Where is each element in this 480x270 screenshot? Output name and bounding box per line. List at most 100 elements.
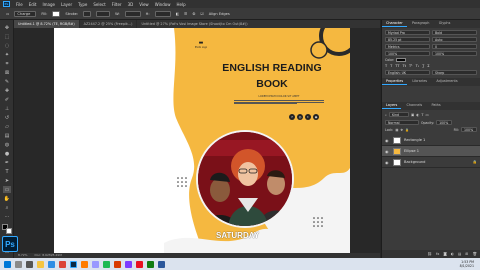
healing-brush-icon[interactable]: ✚ [3,87,11,94]
fill-swatch[interactable] [52,10,61,17]
layer-name[interactable]: Rectangle 1 [404,138,425,142]
illustrator-taskbar-icon[interactable] [81,260,88,268]
artboard[interactable]: ▬ Photo Logo ENGLISH READING BOOK LOREM … [164,28,350,253]
font-family-field[interactable]: Myriad Pro [385,30,430,35]
height-field[interactable] [154,10,171,17]
menu-edit[interactable]: Edit [29,2,37,7]
link-layers-icon[interactable]: ⛓ [427,252,432,256]
more-tools-icon[interactable]: ⋯ [3,213,11,220]
kerning-field[interactable]: Metrics [385,44,430,49]
pen-tool-icon[interactable]: ✒ [3,159,11,166]
premiere-taskbar-icon[interactable] [92,260,99,268]
task-view-icon[interactable] [26,260,33,268]
gradient-tool-icon[interactable]: ▤ [3,132,11,139]
visibility-eye-icon[interactable]: ◉ [385,138,390,143]
brush-tool-icon[interactable]: ✐ [3,96,11,103]
adjustment-layer-icon[interactable]: ◐ [451,252,454,256]
clone-stamp-icon[interactable]: ⊥ [3,105,11,112]
zoom-tool-icon[interactable]: ⌕ [3,204,11,211]
tab-paragraph[interactable]: Paragraph [408,20,433,26]
path-ops-icon[interactable]: ◧ [176,12,179,16]
frame-tool-icon[interactable]: ⊠ [3,69,11,76]
all-caps-button[interactable]: TT [395,64,399,68]
layer-row[interactable]: ◉ Rectangle 1 [382,135,480,146]
visibility-eye-icon[interactable]: ◉ [385,160,390,165]
menu-window[interactable]: Window [155,2,171,7]
excel-taskbar-icon[interactable] [147,260,154,268]
photoshop-app-icon[interactable]: Ps [3,1,10,7]
edge-browser-icon[interactable] [48,260,55,268]
layer-row[interactable]: ◉ Ellipse 1 [382,146,480,157]
menu-select[interactable]: Select [93,2,105,7]
layer-fill-field[interactable]: 100% [461,127,477,132]
tool-preset-icon[interactable]: ▭ [6,12,9,16]
tab-libraries[interactable]: Libraries [408,78,431,84]
font-size-field[interactable]: 85.25 pt [385,37,430,42]
horizontal-scale-field[interactable]: 100% [432,51,477,56]
strikethrough-button[interactable]: T̶ [427,64,429,68]
word-taskbar-icon[interactable] [158,260,165,268]
underline-button[interactable]: T̲ [422,64,424,68]
eraser-tool-icon[interactable]: ▱ [3,123,11,130]
windows-start-icon[interactable] [4,260,11,268]
zoom-level[interactable]: 8.72% [18,253,28,257]
faux-bold-button[interactable]: T [385,64,387,68]
spotify-taskbar-icon[interactable] [103,260,110,268]
tab-channels[interactable]: Channels [403,102,427,108]
canvas-area[interactable]: ▬ Photo Logo ENGLISH READING BOOK LOREM … [14,28,380,253]
dodge-tool-icon[interactable]: ● [3,150,11,157]
align-edges-checkbox[interactable]: ☑ [200,12,203,16]
layer-row[interactable]: ◉ Background 🔒 [382,157,480,168]
width-field[interactable] [124,10,141,17]
search-icon[interactable] [15,260,22,268]
rectangle-tool-icon[interactable]: ▭ [3,186,11,193]
text-color-swatch[interactable] [396,58,407,62]
layer-filter-kind[interactable]: Kind [388,112,409,117]
vertical-scale-field[interactable]: 100% [385,51,430,56]
background-color-swatch[interactable] [6,228,12,234]
menu-layer[interactable]: Layer [61,2,72,7]
language-field[interactable]: English: UK [385,70,430,75]
antialias-field[interactable]: Sharp [432,70,477,75]
visibility-eye-icon[interactable]: ◉ [385,149,390,154]
blend-mode-select[interactable]: Normal [385,120,419,125]
tab-document-1[interactable]: Untitled-1 @ 8.72% (TE, RGB/8#) [14,20,79,28]
path-select-icon[interactable]: ➤ [3,177,11,184]
marquee-tool-icon[interactable]: ⬚ [3,33,11,40]
history-brush-icon[interactable]: ↺ [3,114,11,121]
tab-character[interactable]: Character [382,20,407,27]
font-style-field[interactable]: Bold [432,30,477,35]
type-tool-icon[interactable]: T [3,168,11,175]
new-layer-icon[interactable]: ⊞ [465,252,468,256]
lock-move-icon[interactable]: ✥ [400,128,403,132]
delete-layer-icon[interactable]: 🗑 [472,252,477,256]
opacity-field[interactable]: 100% [436,120,453,125]
crop-tool-icon[interactable]: ⌗ [3,60,11,67]
menu-file[interactable]: File [16,2,23,7]
magic-wand-icon[interactable]: ✦ [3,51,11,58]
stroke-width-field[interactable] [96,10,111,17]
settings-gear-icon[interactable]: ⚙ [192,12,195,16]
subscript-button[interactable]: T₁ [416,64,420,68]
menu-type[interactable]: Type [78,2,87,7]
superscript-button[interactable]: T¹ [409,64,413,68]
tab-adjustments[interactable]: Adjustments [432,78,461,84]
office-taskbar-icon[interactable] [114,260,121,268]
menu-filter[interactable]: Filter [112,2,122,7]
filter-adjust-icon[interactable]: ◐ [416,113,419,117]
lock-pixels-icon[interactable]: ▦ [395,128,398,132]
tab-document-2[interactable]: AZ2447.2 @ 25% (Freepik...) [79,20,137,28]
menu-help[interactable]: Help [176,2,185,7]
tab-paths[interactable]: Paths [427,102,444,108]
photoshop-taskbar-icon[interactable] [70,260,77,268]
move-tool-icon[interactable]: ✥ [3,24,11,31]
stroke-swatch[interactable] [83,10,92,17]
shape-mode-select[interactable]: Charge [14,10,37,17]
tab-layers[interactable]: Layers [382,102,402,109]
chrome-browser-icon[interactable] [59,260,66,268]
lock-all-icon[interactable]: 🔒 [405,128,409,132]
add-mask-icon[interactable]: ◙ [443,252,447,256]
faux-italic-button[interactable]: T [390,64,392,68]
filter-type-icon[interactable]: T [421,113,423,117]
file-explorer-icon[interactable] [37,260,44,268]
